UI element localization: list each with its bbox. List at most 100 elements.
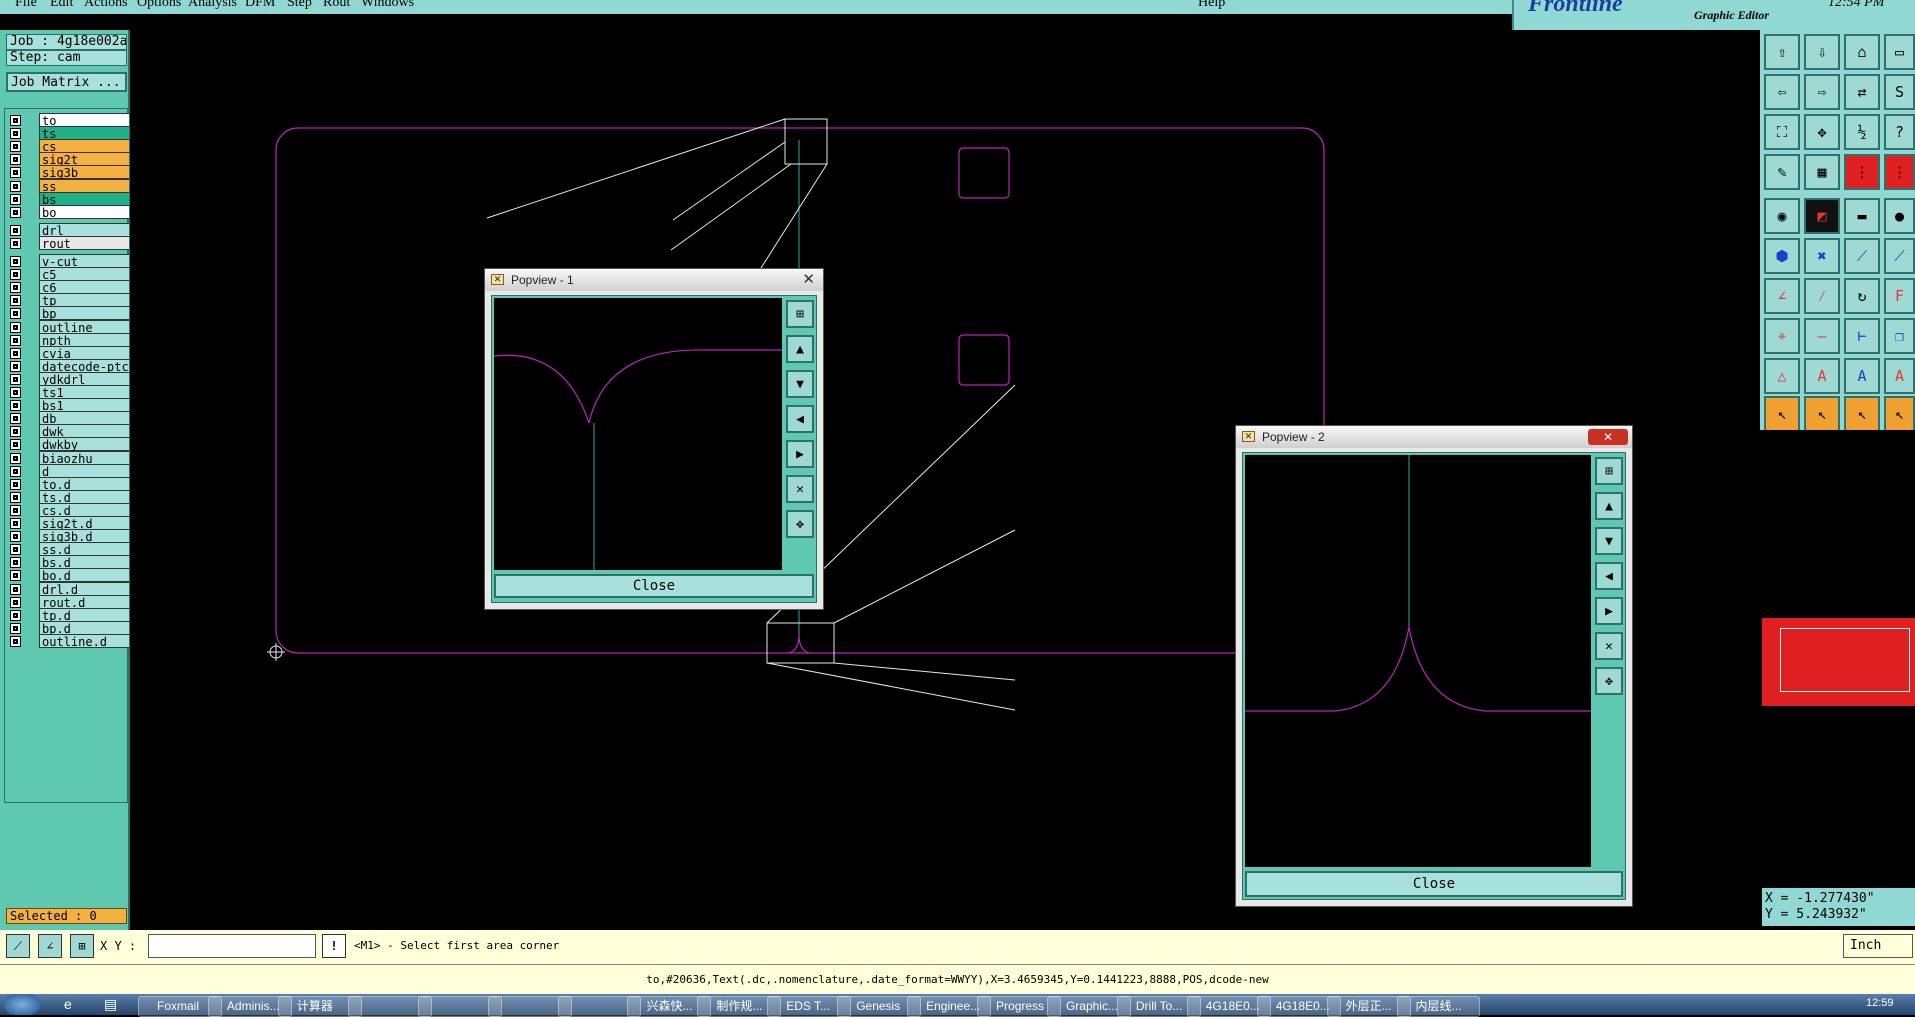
layer-name[interactable]: npth: [39, 332, 129, 348]
tool-nodes-icon[interactable]: ⬢: [1764, 238, 1800, 274]
tool-pointer4-icon[interactable]: ↖: [1884, 396, 1915, 432]
layer-name[interactable]: sig3b.d: [39, 529, 129, 544]
tool-pointer2-icon[interactable]: ↖: [1804, 396, 1840, 432]
tool-grid-icon[interactable]: ▦: [1804, 154, 1840, 190]
layer-checkbox[interactable]: [10, 115, 21, 126]
layer-row[interactable]: bo: [5, 204, 129, 220]
layer-checkbox[interactable]: [10, 635, 21, 647]
popview-2-window[interactable]: ✕ Popview - 2 ✕ ⊞ ▲ ▼ ◀ ▶ ✕ ✥ Close: [1235, 425, 1633, 907]
layer-name[interactable]: bo: [39, 204, 129, 220]
layer-name[interactable]: biaozhu: [39, 450, 129, 466]
folder-icon[interactable]: ▤: [104, 996, 117, 1013]
layer-checkbox[interactable]: [10, 570, 21, 582]
layer-checkbox[interactable]: [10, 373, 21, 385]
layer-checkbox[interactable]: [10, 465, 21, 477]
taskbar-item[interactable]: 内层线...: [1396, 996, 1481, 1017]
layer-name[interactable]: rout: [39, 235, 129, 251]
layer-checkbox[interactable]: [10, 282, 21, 294]
layer-checkbox[interactable]: [10, 308, 21, 320]
popview-pan-up-button[interactable]: ▲: [786, 335, 814, 363]
popview-zoom-in-button[interactable]: ⊞: [786, 300, 814, 328]
close-icon[interactable]: ✕: [802, 269, 815, 291]
layer-checkbox[interactable]: [10, 334, 21, 346]
layer-name[interactable]: v-cut: [39, 254, 129, 269]
layer-name[interactable]: outline.d: [39, 633, 129, 649]
layer-name[interactable]: datecode-ptc: [39, 358, 129, 374]
tool-arc-icon[interactable]: ↻: [1844, 278, 1880, 314]
layer-checkbox[interactable]: [10, 400, 21, 412]
tool-s-icon[interactable]: S: [1884, 74, 1915, 110]
layer-name[interactable]: db: [39, 411, 129, 426]
layer-checkbox[interactable]: [10, 504, 21, 516]
menu-actions[interactable]: Actions: [84, 0, 128, 10]
tool-snap-icon[interactable]: ⋮: [1844, 154, 1880, 190]
tool-select-icon[interactable]: ◉: [1764, 198, 1800, 234]
layer-name[interactable]: ts1: [39, 385, 129, 400]
layer-checkbox[interactable]: [10, 269, 21, 281]
popview-pan-down-button[interactable]: ▼: [1595, 527, 1623, 555]
popview-2-canvas[interactable]: [1245, 455, 1591, 867]
tool-line-icon[interactable]: ⟋: [1844, 238, 1880, 274]
tool-window-icon[interactable]: ▭: [1884, 34, 1915, 70]
menu-step[interactable]: Step: [287, 0, 312, 10]
layer-checkbox[interactable]: [10, 557, 21, 569]
layer-checkbox[interactable]: [10, 193, 21, 205]
layer-name[interactable]: dwk: [39, 424, 129, 439]
layer-checkbox[interactable]: [10, 206, 21, 218]
popview-2-titlebar[interactable]: ✕ Popview - 2 ✕: [1236, 426, 1632, 448]
xy-input[interactable]: [148, 934, 316, 958]
tool-snap2-icon[interactable]: ⋮: [1884, 154, 1915, 190]
tool-color-icon[interactable]: ◩: [1804, 198, 1840, 234]
layer-name[interactable]: cs: [39, 139, 129, 154]
tool-triangle4-icon[interactable]: A: [1884, 358, 1915, 394]
tool-angle-icon[interactable]: ∠: [1764, 278, 1800, 314]
layer-checkbox[interactable]: [10, 360, 21, 372]
popview-1-window[interactable]: ✕ Popview - 1 ✕ ⊞ ▲ ▼ ◀ ▶ ✕ ✥ Close: [484, 268, 824, 610]
popview-zoom-in-button[interactable]: ⊞: [1595, 457, 1623, 485]
tool-slash-icon[interactable]: ⁄: [1804, 278, 1840, 314]
layer-checkbox[interactable]: [10, 413, 21, 425]
layer-name[interactable]: bp.d: [39, 620, 129, 636]
menu-windows[interactable]: Windows: [361, 0, 414, 10]
layer-checkbox[interactable]: [10, 622, 21, 634]
layer-checkbox[interactable]: [10, 596, 21, 608]
job-matrix-button[interactable]: Job Matrix ...: [6, 72, 127, 92]
layer-checkbox[interactable]: [10, 583, 21, 595]
layer-checkbox[interactable]: [10, 609, 21, 621]
tool-triangle-icon[interactable]: △: [1764, 358, 1800, 394]
popview-pan-down-button[interactable]: ▼: [786, 370, 814, 398]
tool-half-icon[interactable]: ½: [1844, 114, 1880, 150]
layer-checkbox[interactable]: [10, 491, 21, 503]
tool-down-icon[interactable]: ⇩: [1804, 34, 1840, 70]
layer-name[interactable]: rout.d: [39, 594, 129, 610]
tool-triangle2-icon[interactable]: A: [1804, 358, 1840, 394]
layer-name[interactable]: cvia: [39, 345, 129, 361]
layer-name[interactable]: bo.d: [39, 568, 129, 583]
tool-right-icon[interactable]: ⇨: [1804, 74, 1840, 110]
layer-name[interactable]: ss: [39, 178, 129, 194]
tool-text-icon[interactable]: F: [1884, 278, 1915, 314]
tool-copy-icon[interactable]: ❐: [1884, 318, 1915, 354]
layer-checkbox[interactable]: [10, 237, 21, 249]
tool-dot-icon[interactable]: ●: [1884, 198, 1915, 234]
tool-point-icon[interactable]: ⌖: [1764, 318, 1800, 354]
layer-row[interactable]: outline.d: [5, 633, 129, 649]
layer-checkbox[interactable]: [10, 180, 21, 192]
menu-help[interactable]: Help: [1198, 0, 1225, 10]
layer-name[interactable]: ydkdrl: [39, 371, 129, 387]
tool-dash-icon[interactable]: —: [1804, 318, 1840, 354]
layer-checkbox[interactable]: [10, 347, 21, 359]
status-angle-icon[interactable]: ∠: [38, 934, 62, 958]
layer-name[interactable]: ts: [39, 126, 129, 141]
layer-name[interactable]: outline: [39, 319, 129, 335]
layer-name[interactable]: cs.d: [39, 502, 129, 518]
menu-analysis[interactable]: Analysis: [188, 0, 237, 10]
tool-pointer3-icon[interactable]: ↖: [1844, 396, 1880, 432]
popview-pan-right-button[interactable]: ▶: [786, 440, 814, 468]
layer-checkbox[interactable]: [10, 426, 21, 438]
layer-checkbox[interactable]: [10, 387, 21, 398]
layer-name[interactable]: sig3b: [39, 165, 129, 180]
popview-fit-button[interactable]: ✕: [1595, 632, 1623, 660]
layer-row[interactable]: rout: [5, 235, 129, 251]
layer-checkbox[interactable]: [10, 439, 21, 451]
